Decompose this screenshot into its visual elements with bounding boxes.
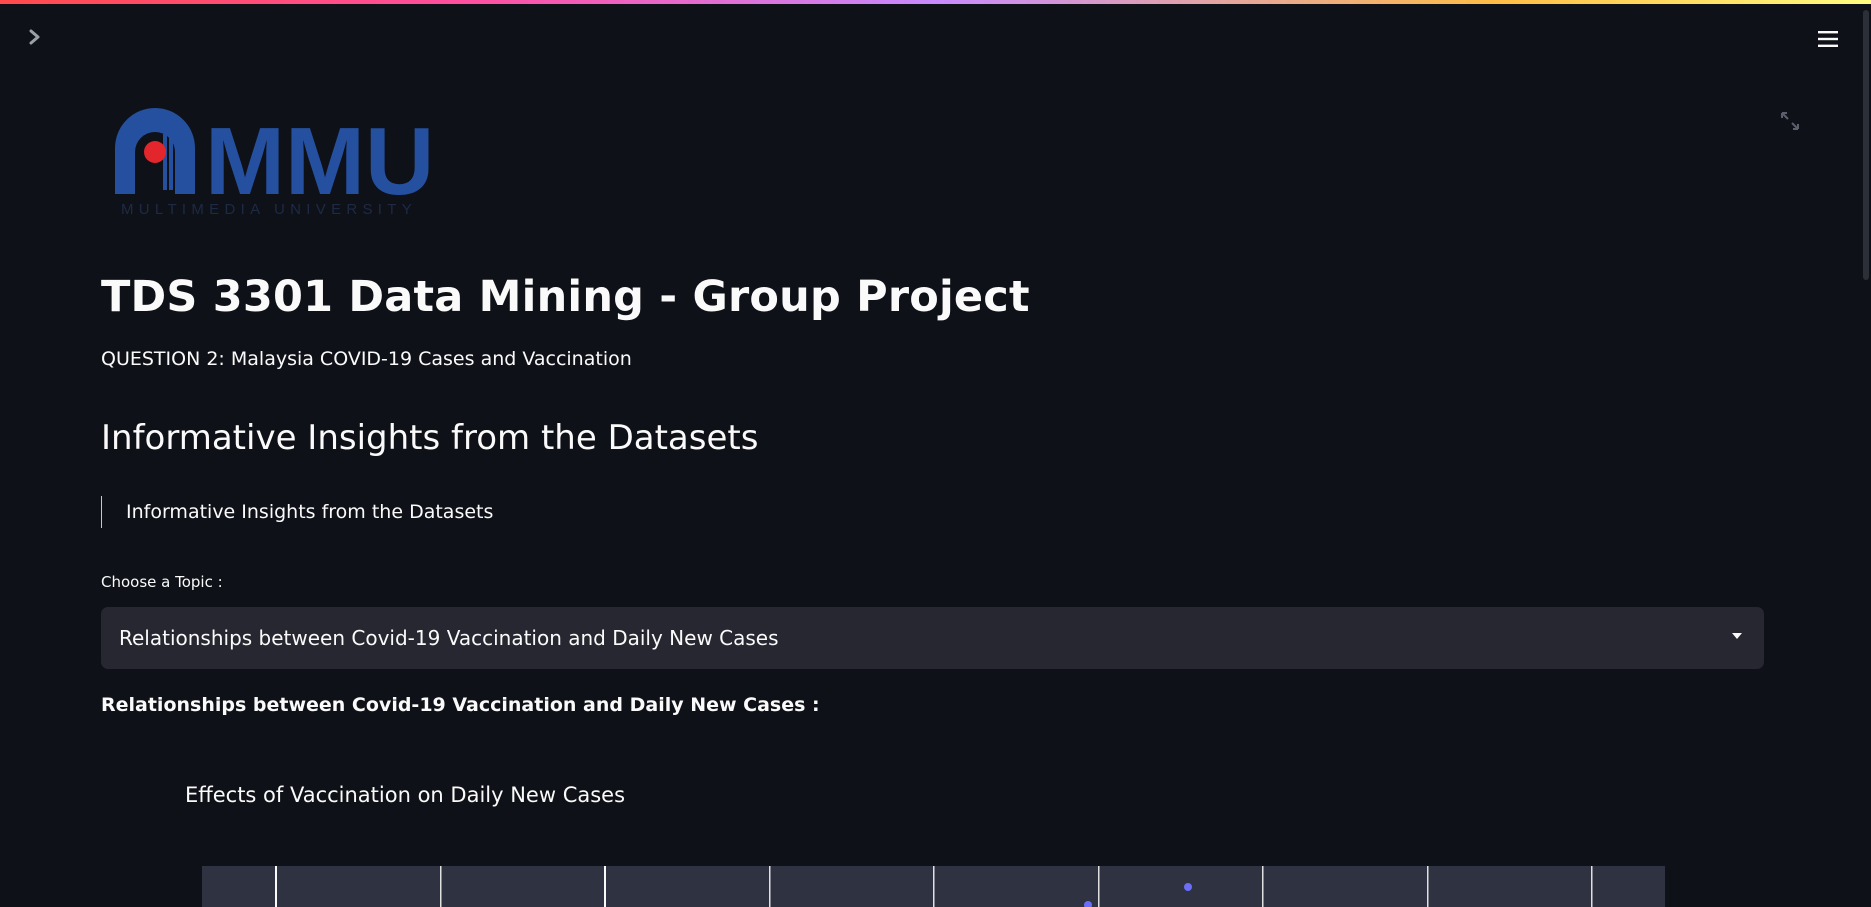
- chart-gridline: [1591, 866, 1593, 907]
- fullscreen-expand-button[interactable]: [1779, 110, 1801, 132]
- topic-select-value: Relationships between Covid-19 Vaccinati…: [119, 626, 779, 650]
- mmu-logo-image: MMU MULTIMEDIA UNIVERSITY: [115, 108, 434, 218]
- sidebar-toggle-button[interactable]: [24, 26, 46, 48]
- chart-point: [1184, 883, 1192, 891]
- section-title: Informative Insights from the Datasets: [101, 418, 759, 458]
- chart-title: Effects of Vaccination on Daily New Case…: [185, 783, 626, 807]
- caret-down-icon: [1732, 633, 1742, 639]
- hamburger-menu-icon: [1818, 31, 1838, 47]
- scrollbar-thumb[interactable]: [1863, 10, 1869, 280]
- chart-gridline: [1427, 866, 1429, 907]
- topic-select[interactable]: Relationships between Covid-19 Vaccinati…: [101, 607, 1764, 669]
- top-decoration-bar: [0, 0, 1871, 4]
- logo-tagline: MULTIMEDIA UNIVERSITY: [121, 201, 417, 218]
- section-blockquote: Informative Insights from the Datasets: [101, 496, 493, 528]
- chevron-right-icon: [29, 29, 40, 45]
- mmu-logo: MMU MULTIMEDIA UNIVERSITY: [113, 108, 463, 218]
- chart-gridline: [933, 866, 935, 907]
- question-subtitle: QUESTION 2: Malaysia COVID-19 Cases and …: [101, 348, 632, 370]
- topic-select-label: Choose a Topic :: [101, 573, 223, 591]
- chart-gridline: [275, 866, 277, 907]
- main-menu-button[interactable]: [1815, 26, 1841, 52]
- page-scrollbar[interactable]: [1861, 4, 1871, 907]
- chart-preview[interactable]: [202, 866, 1665, 907]
- chart-gridline: [1098, 866, 1100, 907]
- chart-gridline: [769, 866, 771, 907]
- logo-text: MMU: [205, 108, 434, 215]
- page-title: TDS 3301 Data Mining - Group Project: [101, 272, 1030, 322]
- expand-arrows-icon: [1781, 112, 1799, 130]
- topic-heading: Relationships between Covid-19 Vaccinati…: [101, 694, 820, 716]
- chart-gridline: [604, 866, 606, 907]
- chart-gridline: [1262, 866, 1264, 907]
- chart-gridline: [440, 866, 442, 907]
